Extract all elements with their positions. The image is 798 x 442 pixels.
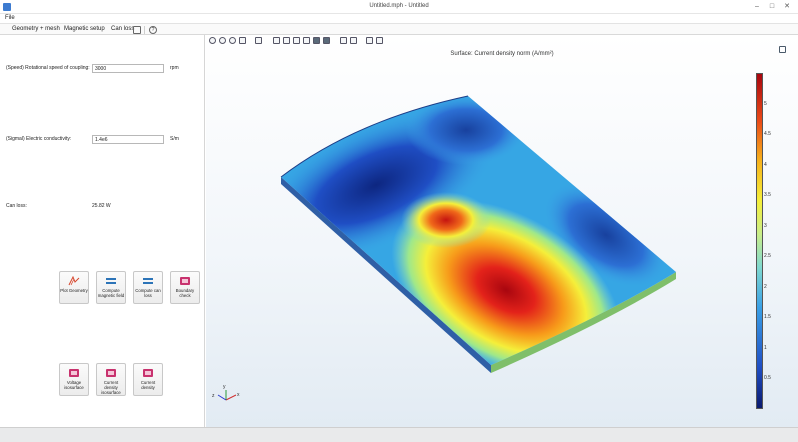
window-icon[interactable]: [133, 26, 141, 34]
form-toolbar: Geometry + mesh Magnetic setup Can loss …: [0, 23, 798, 35]
maximize-button[interactable]: □: [767, 2, 777, 11]
colorbar-tick-label: 3: [764, 222, 767, 229]
plot-geometry-button[interactable]: Plot Geometry: [59, 271, 89, 304]
surface-plot: z y x: [212, 95, 676, 401]
help-icon[interactable]: ?: [149, 26, 157, 34]
compute-icon: [106, 278, 116, 284]
colorbar-tick-label: 2.5: [764, 253, 771, 260]
compute-magnetic-field-label: Compute magnetic field: [97, 288, 125, 298]
colorbar-tick-label: 3.5: [764, 192, 771, 199]
current-density-label: Current density: [140, 380, 156, 390]
voltage-isosurface-button[interactable]: Voltage isosurface: [59, 363, 89, 396]
plot-icon: [180, 277, 190, 285]
colorbar-tick-label: 2: [764, 283, 767, 290]
title-bar: Untitled.mph - Untitled – □ ✕: [0, 0, 798, 14]
tab-magnetic-setup[interactable]: Magnetic setup: [64, 26, 105, 32]
tab-can-loss[interactable]: Can loss: [111, 26, 134, 32]
close-button[interactable]: ✕: [782, 2, 792, 11]
colorbar-tick-label: 4: [764, 161, 767, 168]
conductivity-input[interactable]: 1.4e6: [92, 135, 164, 144]
plot-geometry-icon: [68, 276, 80, 286]
can-loss-value: 25.82 W: [92, 203, 111, 209]
voltage-isosurface-label: Voltage isosurface: [64, 380, 84, 390]
compute-icon: [143, 278, 153, 284]
toolbar-divider: [144, 26, 145, 34]
axis-z-label: z: [212, 393, 215, 399]
boundary-check-button[interactable]: Boundary check: [170, 271, 200, 304]
plate-surface: [281, 96, 676, 365]
boundary-check-label: Boundary check: [175, 288, 195, 298]
conductivity-label: (Sigmal) Electric conductivity:: [6, 136, 72, 142]
colorbar-tick-label: 5: [764, 100, 767, 107]
colorbar-tick-label: 1: [764, 344, 767, 351]
compute-can-loss-button[interactable]: Compute can loss: [133, 271, 163, 304]
current-density-isosurface-button[interactable]: Current density isosurface: [96, 363, 126, 396]
speed-label: (Speed) Rotational speed of coupling:: [6, 65, 90, 71]
speed-input[interactable]: 3000: [92, 64, 164, 73]
minimize-button[interactable]: –: [752, 2, 762, 11]
plot-geometry-label: Plot Geometry: [60, 288, 88, 293]
menu-file[interactable]: File: [5, 15, 15, 21]
colorbar: [756, 73, 763, 409]
colorbar-tick-label: 4.5: [764, 131, 771, 138]
plot-icon: [106, 369, 116, 377]
current-density-button[interactable]: Current density: [133, 363, 163, 396]
graphics-window[interactable]: Surface: Current density norm (A/mm²) z …: [206, 35, 798, 427]
current-density-isosurface-label: Current density isosurface: [101, 380, 121, 395]
conductivity-unit: S/m: [170, 136, 179, 142]
axis-x-label: x: [237, 392, 240, 398]
status-bar: [0, 427, 798, 442]
menu-bar: File: [0, 14, 798, 23]
window-title: Untitled.mph - Untitled: [369, 3, 429, 9]
colorbar-tick-label: 1.5: [764, 314, 771, 321]
form-panel: (Speed) Rotational speed of coupling: 30…: [0, 35, 205, 427]
axis-y-label: y: [223, 384, 226, 390]
can-loss-label: Can loss:: [6, 203, 27, 209]
axis-triad: z y x: [212, 384, 240, 401]
plot-icon: [69, 369, 79, 377]
compute-magnetic-field-button[interactable]: Compute magnetic field: [96, 271, 126, 304]
compute-can-loss-label: Compute can loss: [135, 288, 161, 298]
tab-geometry-mesh[interactable]: Geometry + mesh: [12, 26, 60, 32]
plot-icon: [143, 369, 153, 377]
speed-unit: rpm: [170, 65, 179, 71]
colorbar-tick-label: 0.5: [764, 375, 771, 382]
